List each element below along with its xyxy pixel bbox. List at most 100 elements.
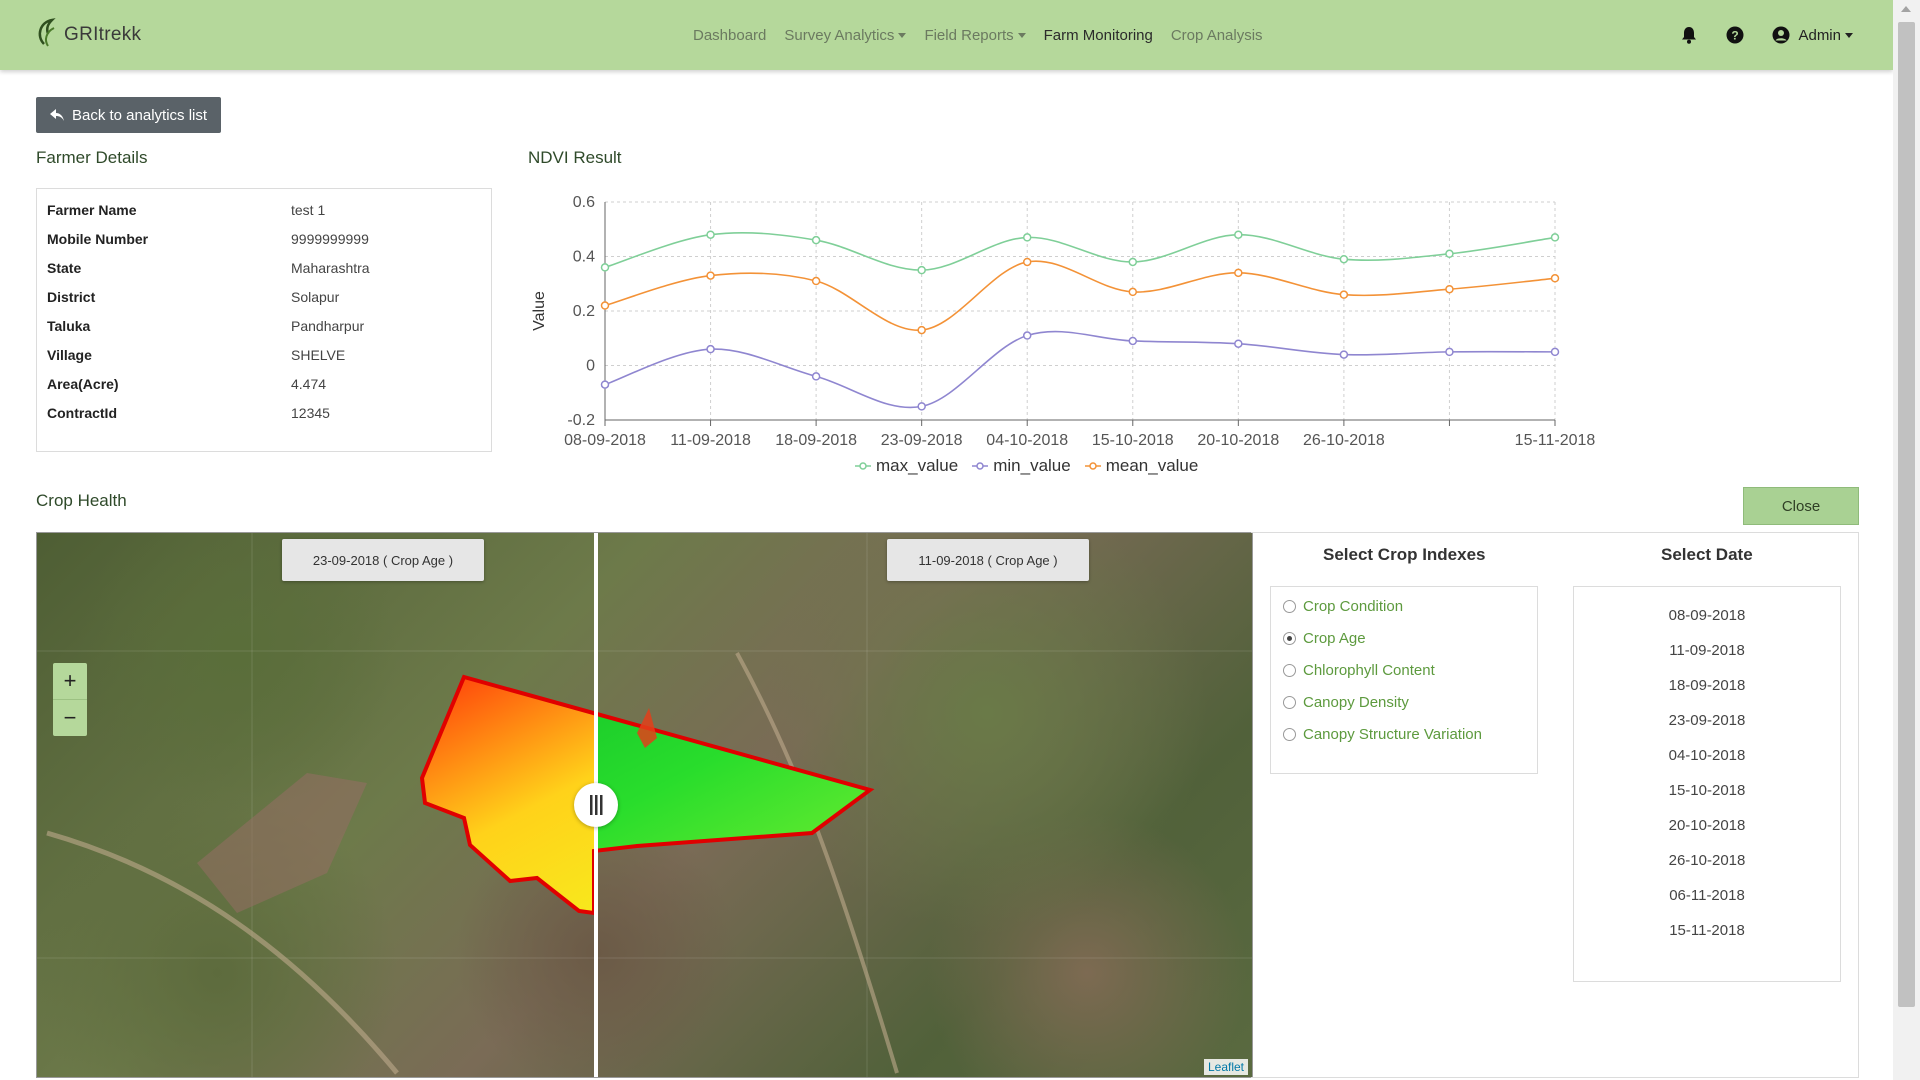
radio-button[interactable]: [1283, 632, 1296, 645]
y-tick-label: 0.2: [573, 303, 595, 320]
zoom-control: + −: [53, 663, 87, 736]
farmer-field-value: 12345: [291, 405, 330, 421]
date-list-item[interactable]: 15-10-2018: [1574, 782, 1840, 799]
data-point-mean_value: [1234, 268, 1243, 278]
y-tick-label: 0: [586, 358, 595, 375]
date-list-item[interactable]: 26-10-2018: [1574, 852, 1840, 869]
farmer-field-value: Maharashtra: [291, 260, 370, 276]
nav-item-crop-analysis[interactable]: Crop Analysis: [1171, 27, 1263, 44]
ndvi-line-chart: -0.2 0 0.2 0.4 0.6 08-09-2018 11-09-2018 18-09-…: [531, 194, 1596, 449]
data-point-max_value: [1339, 254, 1349, 264]
y-tick-label: 0.6: [573, 194, 595, 211]
nav-item-label: Farm Monitoring: [1043, 26, 1153, 44]
scroll-up-arrow-icon[interactable]: [1901, 6, 1911, 12]
main-nav: Dashboard Survey Analytics Field Reports Fa…: [693, 0, 1281, 70]
x-tick-label: 15-10-2018: [1092, 432, 1174, 449]
bell-icon[interactable]: [1678, 24, 1700, 46]
crop-index-option[interactable]: Chlorophyll Content: [1283, 662, 1435, 679]
data-point-max_value: [1550, 233, 1560, 242]
legend-line-marker-icon: [1084, 462, 1101, 470]
close-button[interactable]: Close: [1743, 487, 1859, 525]
date-list-item[interactable]: 20-10-2018: [1574, 817, 1840, 834]
date-list-item[interactable]: 11-09-2018: [1574, 642, 1840, 659]
farmer-field-label: Mobile Number: [47, 231, 149, 247]
chevron-down-icon: [1845, 32, 1853, 38]
date-list-item[interactable]: 15-11-2018: [1574, 922, 1840, 939]
series-line-mean_value: [604, 260, 1556, 331]
crop-index-option[interactable]: Crop Condition: [1283, 598, 1403, 615]
page-scrollbar[interactable]: [1893, 0, 1920, 1080]
farmer-field-label: District: [47, 289, 96, 305]
nav-item-label: Crop Analysis: [1170, 26, 1263, 44]
user-circle-icon: [1772, 26, 1790, 44]
x-tick-label: 15-11-2018: [1515, 432, 1596, 449]
crop-index-option[interactable]: Canopy Structure Variation: [1283, 726, 1482, 743]
data-point-max_value: [917, 265, 926, 275]
crop-index-label: Chlorophyll Content: [1303, 662, 1435, 679]
select-date-title: Select Date: [1661, 545, 1753, 564]
logo-text[interactable]: GRItrekk: [64, 24, 141, 46]
satellite-map[interactable]: 23-09-2018 ( Crop Age ) 11-09-2018 ( Cro…: [36, 532, 1253, 1078]
back-to-analytics-button[interactable]: Back to analytics list: [36, 97, 221, 133]
y-tick-label: 0.4: [573, 249, 595, 266]
zoom-in-button[interactable]: +: [53, 663, 87, 699]
nav-item-survey-analytics[interactable]: Survey Analytics: [784, 26, 907, 44]
radio-button[interactable]: [1283, 696, 1296, 709]
date-list-item[interactable]: 18-09-2018: [1574, 677, 1840, 694]
data-point-mean_value: [917, 325, 926, 335]
x-tick-label: 23-09-2018: [881, 432, 963, 449]
crop-index-option[interactable]: Crop Age: [1283, 630, 1366, 647]
nav-item-label: Field Reports: [924, 26, 1014, 44]
radio-button[interactable]: [1283, 664, 1296, 677]
nav-item-label: Dashboard: [693, 26, 767, 44]
x-tick-label: 04-10-2018: [986, 432, 1068, 449]
nav-item-field-reports[interactable]: Field Reports: [924, 26, 1026, 44]
data-point-max_value: [1234, 230, 1243, 239]
data-point-max_value: [1445, 249, 1454, 259]
question-circle-icon[interactable]: ?: [1724, 24, 1746, 46]
farmer-field-label: Farmer Name: [47, 202, 137, 218]
data-point-min_value: [917, 402, 926, 411]
legend-item-max_value[interactable]: max_value: [855, 456, 958, 476]
x-tick-label: 20-10-2018: [1197, 432, 1279, 449]
legend-label: min_value: [993, 456, 1071, 475]
data-point-min_value: [1445, 347, 1454, 357]
nav-item-farm-monitoring[interactable]: Farm Monitoring: [1044, 27, 1153, 44]
admin-label: Admin: [1798, 26, 1841, 44]
farmer-field-label: ContractId: [47, 405, 117, 421]
date-list-item[interactable]: 23-09-2018: [1574, 712, 1840, 729]
crop-index-option[interactable]: Canopy Density: [1283, 694, 1409, 711]
y-axis-label: Value: [531, 291, 548, 331]
farmer-field-value: Solapur: [291, 289, 340, 305]
top-navbar: GRItrekk Dashboard Survey Analytics Field …: [0, 0, 1893, 70]
data-point-min_value: [1550, 347, 1560, 357]
scroll-thumb[interactable]: [1898, 22, 1915, 1007]
legend-item-mean_value[interactable]: mean_value: [1084, 456, 1198, 476]
data-point-mean_value: [1550, 274, 1560, 283]
admin-user-menu[interactable]: Admin: [1772, 26, 1853, 44]
leaflet-attribution-link[interactable]: Leaflet: [1203, 1059, 1248, 1075]
compare-slider-handle[interactable]: [574, 783, 618, 827]
data-point-min_value: [706, 344, 715, 354]
date-list-item[interactable]: 04-10-2018: [1574, 747, 1840, 764]
x-tick-label: 18-09-2018: [775, 432, 857, 449]
crop-index-label: Crop Condition: [1303, 598, 1404, 615]
zoom-out-button[interactable]: −: [53, 699, 87, 736]
date-list-item[interactable]: 08-09-2018: [1574, 607, 1840, 624]
date-list-item[interactable]: 06-11-2018: [1574, 887, 1840, 904]
radio-button[interactable]: [1283, 600, 1296, 613]
farmer-field-value: 9999999999: [291, 231, 369, 247]
x-tick-label: 08-09-2018: [564, 432, 646, 449]
data-point-mean_value: [811, 276, 821, 286]
nav-item-dashboard[interactable]: Dashboard: [693, 27, 766, 44]
farmer-field-value: test 1: [291, 202, 326, 218]
data-point-mean_value: [1445, 284, 1454, 294]
legend-label: max_value: [876, 456, 959, 475]
nav-item-label: Survey Analytics: [784, 26, 895, 44]
data-point-mean_value: [1022, 257, 1032, 267]
data-point-max_value: [600, 263, 610, 272]
legend-item-min_value[interactable]: min_value: [972, 456, 1071, 476]
radio-button[interactable]: [1283, 728, 1296, 741]
farmer-field-value: 4.474: [291, 376, 327, 392]
chart-legend: max_value min_value mean_value: [855, 456, 1212, 476]
